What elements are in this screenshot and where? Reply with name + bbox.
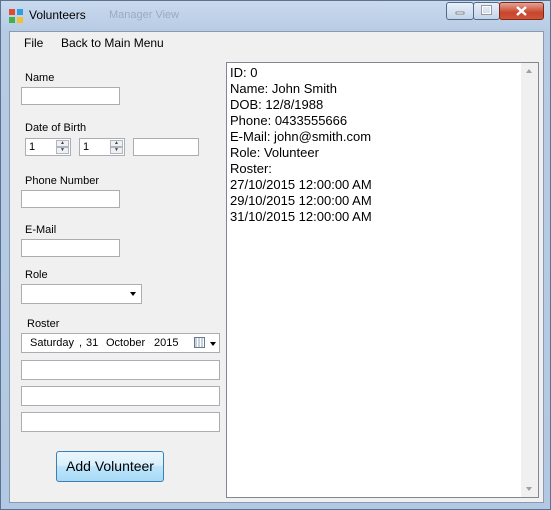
volunteers-window: Volunteers Manager View File Back to Mai…	[0, 0, 551, 510]
calendar-dropdown-icon[interactable]	[210, 342, 216, 346]
roster-separator: ,	[79, 337, 83, 349]
minimize-icon	[455, 11, 465, 15]
role-dropdown[interactable]	[21, 284, 142, 304]
roster-day[interactable]: 31	[86, 337, 98, 349]
dob-day-stepper[interactable]: 1 ▲ ▼	[25, 138, 71, 156]
client-area: File Back to Main Menu Name Date of Birt…	[9, 31, 544, 503]
add-volunteer-button[interactable]: Add Volunteer	[56, 451, 164, 482]
roster-label: Roster	[27, 318, 60, 330]
maximize-icon	[481, 5, 492, 15]
list-item[interactable]: 27/10/2015 12:00:00 AM	[230, 177, 372, 193]
dob-month-stepper[interactable]: 1 ▲ ▼	[79, 138, 125, 156]
list-item[interactable]: 31/10/2015 12:00:00 AM	[230, 209, 372, 225]
list-item[interactable]: 29/10/2015 12:00:00 AM	[230, 193, 372, 209]
list-item[interactable]: ID: 0	[230, 65, 372, 81]
roster-weekday[interactable]: Saturday	[30, 337, 74, 349]
dob-month-spin[interactable]: ▲ ▼	[110, 140, 123, 154]
spin-up-icon[interactable]: ▲	[56, 140, 69, 147]
list-item[interactable]: Role: Volunteer	[230, 145, 372, 161]
menu-file[interactable]: File	[24, 36, 43, 50]
spin-up-icon[interactable]: ▲	[110, 140, 123, 147]
menu-back-to-main[interactable]: Back to Main Menu	[61, 36, 164, 50]
chevron-down-icon[interactable]	[130, 292, 136, 296]
email-input[interactable]	[21, 239, 120, 257]
roster-entry-3[interactable]	[21, 412, 220, 432]
list-item[interactable]: Roster:	[230, 161, 372, 177]
close-icon	[516, 6, 527, 16]
role-label: Role	[25, 269, 48, 281]
dob-day-value: 1	[29, 141, 36, 153]
phone-input[interactable]	[21, 190, 120, 208]
close-button[interactable]	[499, 2, 544, 20]
window-title: Volunteers	[29, 8, 86, 22]
phone-label: Phone Number	[25, 175, 99, 187]
name-input[interactable]	[21, 87, 120, 105]
volunteer-details-list[interactable]: ID: 0 Name: John Smith DOB: 12/8/1988 Ph…	[226, 62, 539, 498]
spin-down-icon[interactable]: ▼	[56, 147, 69, 154]
list-item[interactable]: Phone: 0433555666	[230, 113, 372, 129]
app-icon	[9, 9, 23, 23]
dob-label: Date of Birth	[25, 122, 87, 134]
dob-day-spin[interactable]: ▲ ▼	[56, 140, 69, 154]
menu-bar: File Back to Main Menu	[10, 32, 543, 54]
vertical-scrollbar[interactable]	[521, 63, 538, 497]
list-item[interactable]: Name: John Smith	[230, 81, 372, 97]
roster-entry-2[interactable]	[21, 386, 220, 406]
minimize-button[interactable]	[446, 2, 474, 20]
roster-year[interactable]: 2015	[154, 337, 178, 349]
roster-entry-1[interactable]	[21, 360, 220, 380]
background-window-title: Manager View	[109, 9, 180, 21]
calendar-icon[interactable]	[194, 337, 205, 348]
scroll-up-icon[interactable]	[526, 69, 532, 73]
dob-month-value: 1	[83, 141, 90, 153]
dob-year-input[interactable]	[133, 138, 199, 156]
spin-down-icon[interactable]: ▼	[110, 147, 123, 154]
roster-month[interactable]: October	[106, 337, 145, 349]
roster-date-picker[interactable]: Saturday , 31 October 2015	[21, 333, 220, 353]
email-label: E-Mail	[25, 224, 57, 236]
title-bar[interactable]: Volunteers Manager View	[1, 1, 550, 31]
scroll-down-icon[interactable]	[526, 487, 532, 491]
list-item[interactable]: DOB: 12/8/1988	[230, 97, 372, 113]
name-label: Name	[25, 72, 55, 84]
add-volunteer-label: Add Volunteer	[66, 458, 154, 474]
list-item[interactable]: E-Mail: john@smith.com	[230, 129, 372, 145]
details-lines: ID: 0 Name: John Smith DOB: 12/8/1988 Ph…	[230, 65, 372, 225]
maximize-button[interactable]	[473, 2, 500, 20]
